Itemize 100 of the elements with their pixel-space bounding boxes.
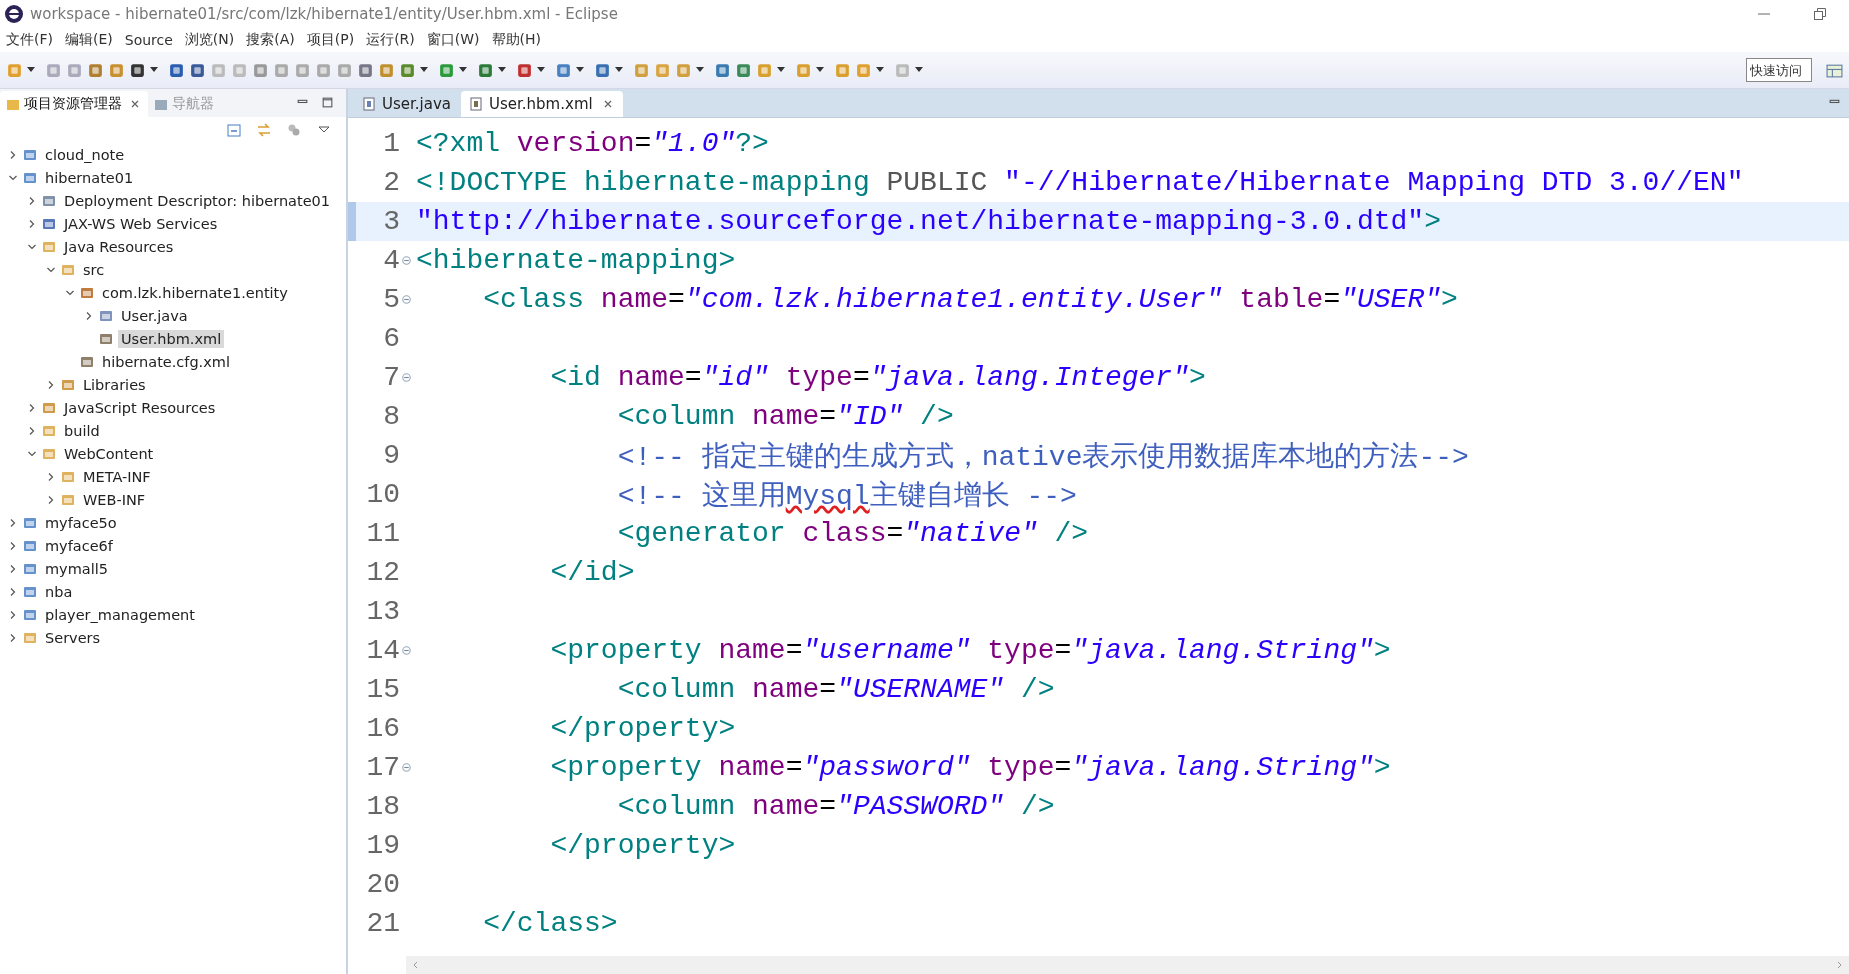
tree-item[interactable]: JavaScript Resources — [61, 398, 219, 417]
code-line: <id name="id" type="java.lang.Integer"> — [549, 362, 1206, 393]
file-icon — [469, 97, 483, 111]
expand-chevron-icon[interactable] — [8, 563, 18, 574]
tree-item[interactable]: nba — [42, 582, 76, 601]
quick-access-field[interactable]: 快速访问 — [1746, 58, 1812, 82]
tree-item[interactable]: User.java — [118, 306, 191, 325]
tree-item[interactable]: com.lzk.hibernate1.entity — [99, 283, 291, 302]
code-line: "http://hibernate.sourceforge.net/hibernate-mapping-3.0.dtd"> — [416, 206, 1441, 237]
expand-chevron-icon[interactable] — [27, 425, 37, 436]
fold-toggle-icon[interactable] — [402, 372, 411, 382]
code-line: </property> — [549, 830, 736, 861]
menu-item[interactable]: 浏览(N) — [184, 31, 235, 49]
expand-chevron-icon[interactable] — [27, 402, 37, 413]
line-number: 2 — [382, 167, 400, 198]
close-icon[interactable] — [602, 99, 613, 109]
code-line: <class name="com.lzk.hibernate1.entity.User" table="USER"> — [482, 284, 1458, 315]
editor-tab[interactable]: User.java — [354, 91, 461, 117]
menu-item[interactable]: Source — [124, 32, 173, 48]
line-number: 17 — [365, 752, 400, 783]
dropdown-caret-icon[interactable] — [876, 67, 884, 73]
code-line: </class> — [482, 908, 618, 939]
menu-item[interactable]: 帮助(H) — [491, 31, 542, 49]
tree-item[interactable]: myface5o — [42, 513, 120, 532]
expand-chevron-icon[interactable] — [46, 471, 56, 482]
expand-chevron-icon[interactable] — [46, 379, 56, 390]
dropdown-caret-icon[interactable] — [150, 67, 158, 73]
line-number: 14 — [365, 635, 400, 666]
window-title: workspace - hibernate01/src/com/lzk/hibernate1/entity/User.hbm.xml - Eclipse — [30, 5, 618, 23]
expand-chevron-icon[interactable] — [27, 218, 37, 229]
code-line: </property> — [549, 713, 736, 744]
expand-chevron-icon[interactable] — [46, 494, 56, 505]
expand-chevron-icon[interactable] — [8, 540, 18, 551]
maximize-icon[interactable] — [321, 96, 334, 109]
tree-item[interactable]: WEB-INF — [80, 490, 149, 509]
code-line: <!-- 指定主键的生成方式，native表示使用数据库本地的方法--> — [616, 440, 1469, 475]
expand-chevron-icon[interactable] — [8, 609, 18, 620]
code-line: <hibernate-mapping> — [416, 245, 736, 276]
menu-item[interactable]: 文件(F) — [6, 31, 53, 49]
restore-icon[interactable] — [1813, 7, 1827, 21]
dropdown-caret-icon[interactable] — [537, 67, 545, 73]
tree-item[interactable]: hibernate01 — [42, 168, 137, 187]
line-number: 8 — [382, 401, 400, 432]
tree-item[interactable]: Java Resources — [61, 237, 177, 256]
fold-toggle-icon[interactable] — [402, 762, 411, 772]
expand-chevron-icon[interactable] — [27, 195, 37, 206]
tree-item[interactable]: Servers — [42, 628, 104, 647]
expand-chevron-icon[interactable] — [8, 586, 18, 597]
menu-item[interactable]: 运行(R) — [366, 31, 415, 49]
dropdown-caret-icon[interactable] — [696, 67, 704, 73]
close-icon[interactable] — [130, 99, 140, 109]
tree-item[interactable]: Libraries — [80, 375, 149, 394]
expand-chevron-icon[interactable] — [8, 632, 18, 643]
menu-item[interactable]: 项目(P) — [306, 31, 355, 49]
menu-item[interactable]: 编辑(E) — [65, 31, 113, 49]
view-tab[interactable]: 项目资源管理器 — [0, 91, 148, 117]
line-number: 12 — [365, 557, 400, 588]
dropdown-caret-icon[interactable] — [615, 67, 623, 73]
line-number: 5 — [382, 284, 400, 315]
tree-item[interactable]: JAX-WS Web Services — [61, 214, 221, 233]
line-number: 9 — [382, 440, 400, 471]
line-number: 21 — [365, 908, 400, 939]
dropdown-caret-icon[interactable] — [576, 67, 584, 73]
tree-item[interactable]: User.hbm.xml — [118, 329, 225, 348]
tree-item[interactable]: WebContent — [61, 444, 157, 463]
line-number: 1 — [382, 128, 400, 159]
tree-item[interactable]: build — [61, 421, 103, 440]
dropdown-caret-icon[interactable] — [498, 67, 506, 73]
dropdown-caret-icon[interactable] — [420, 67, 428, 73]
tree-item[interactable]: Deployment Descriptor: hibernate01 — [61, 191, 334, 210]
collapse-all-icon[interactable] — [226, 122, 242, 138]
dropdown-caret-icon[interactable] — [27, 67, 35, 73]
dropdown-caret-icon[interactable] — [816, 67, 824, 73]
tree-item[interactable]: cloud_note — [42, 145, 128, 164]
line-number: 20 — [365, 869, 400, 900]
dropdown-caret-icon[interactable] — [459, 67, 467, 73]
code-line: <!DOCTYPE hibernate-mapping PUBLIC "-//Hibernate/Hibernate Mapping DTD 3.0//EN" — [416, 167, 1744, 198]
tree-item[interactable]: player_management — [42, 605, 198, 624]
line-number: 18 — [365, 791, 400, 822]
tree-item[interactable]: META-INF — [80, 467, 154, 486]
tree-item[interactable]: hibernate.cfg.xml — [99, 352, 233, 371]
code-line: <property name="password" type="java.lang.String"> — [549, 752, 1391, 783]
fold-toggle-icon[interactable] — [402, 294, 411, 304]
editor-tab[interactable]: User.hbm.xml — [461, 91, 623, 117]
line-number: 15 — [365, 674, 400, 705]
file-icon — [362, 97, 376, 111]
dropdown-caret-icon[interactable] — [915, 67, 923, 73]
line-number: 4 — [382, 245, 400, 276]
dropdown-caret-icon[interactable] — [777, 67, 785, 73]
tree-item[interactable]: myface6f — [42, 536, 116, 555]
menu-item[interactable]: 窗口(W) — [426, 31, 480, 49]
fold-toggle-icon[interactable] — [402, 645, 411, 655]
menu-item[interactable]: 搜索(A) — [246, 31, 295, 49]
tree-item[interactable]: src — [80, 260, 108, 279]
expand-chevron-icon[interactable] — [8, 149, 18, 160]
expand-chevron-icon[interactable] — [84, 310, 94, 321]
tree-item[interactable]: mymall5 — [42, 559, 111, 578]
eclipse-logo-icon — [4, 4, 24, 24]
fold-toggle-icon[interactable] — [402, 255, 411, 265]
expand-chevron-icon[interactable] — [8, 517, 18, 528]
